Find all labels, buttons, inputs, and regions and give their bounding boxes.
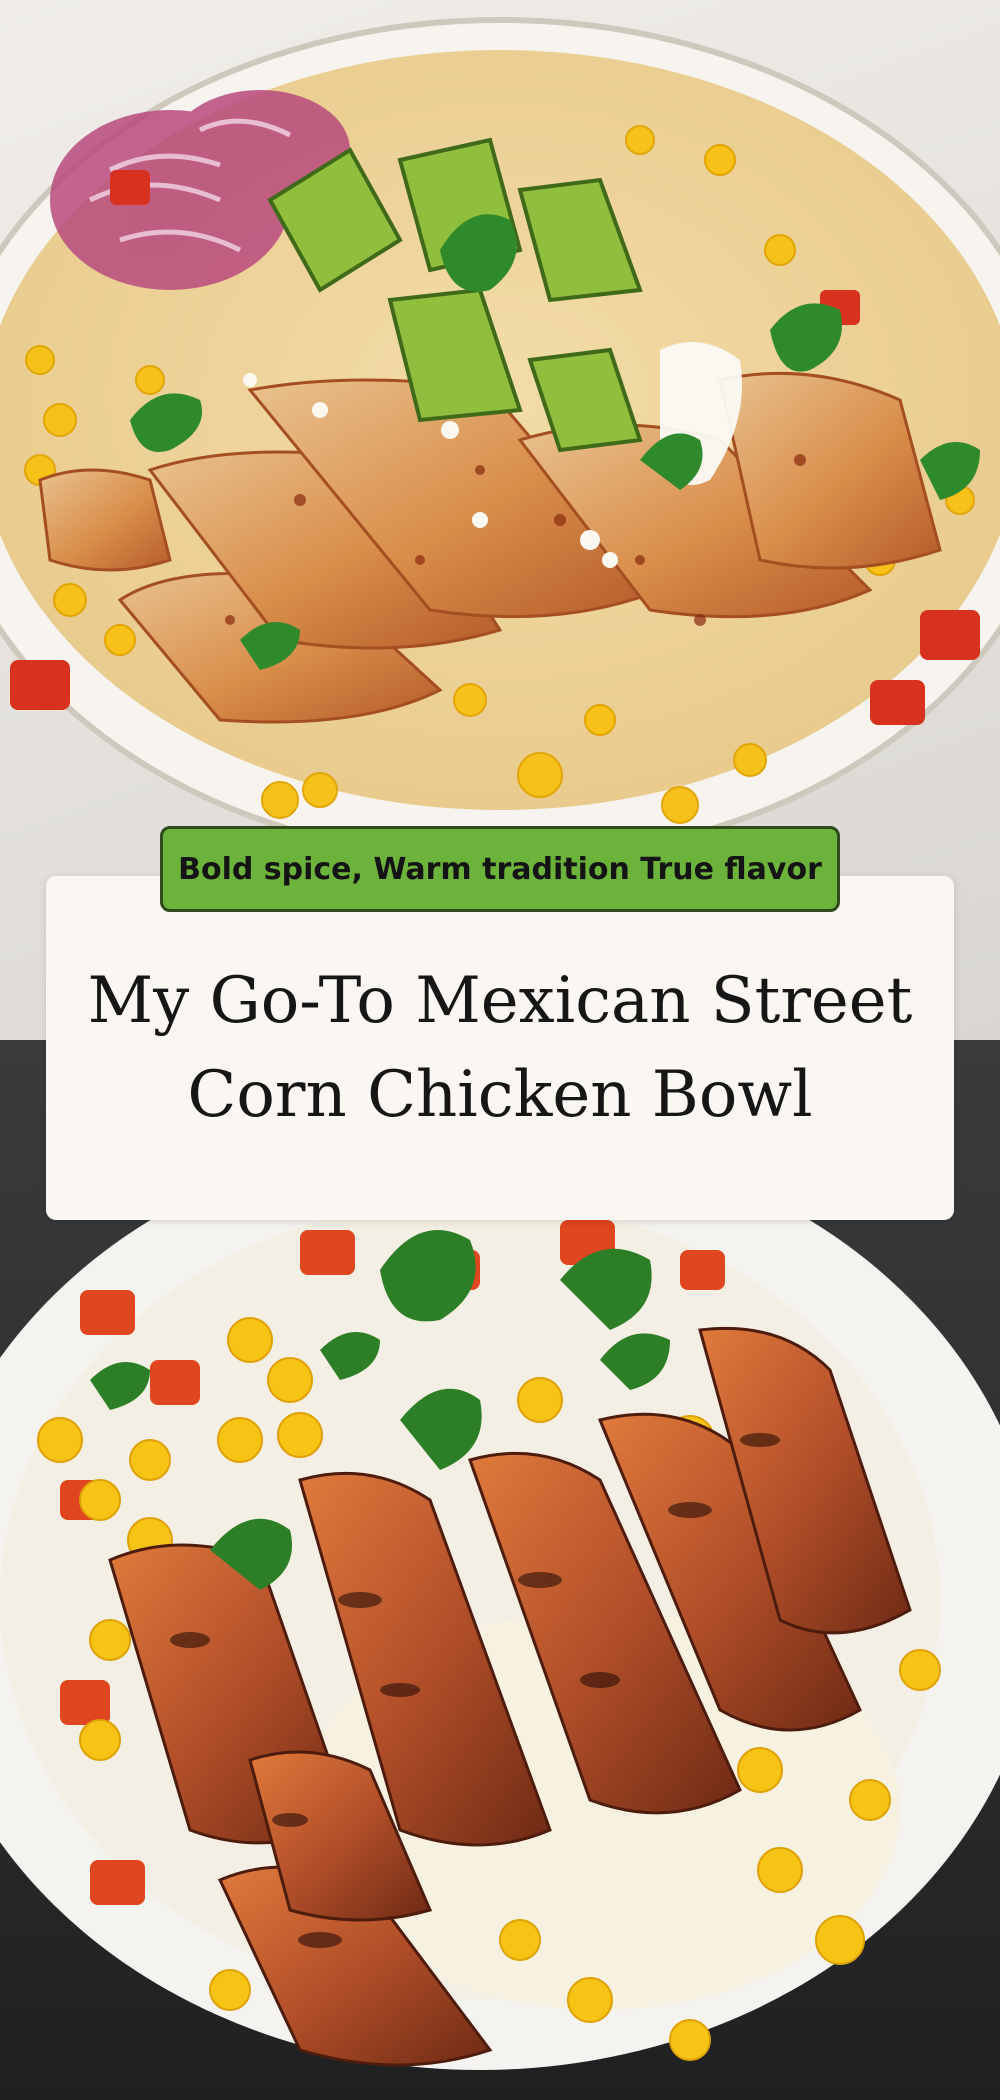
recipe-pin: My Go-To Mexican Street Corn Chicken Bow… xyxy=(0,0,1000,2100)
title-card: My Go-To Mexican Street Corn Chicken Bow… xyxy=(46,876,954,1220)
tagline-badge: Bold spice, Warm tradition True flavor xyxy=(160,826,840,912)
recipe-title: My Go-To Mexican Street Corn Chicken Bow… xyxy=(87,964,913,1132)
